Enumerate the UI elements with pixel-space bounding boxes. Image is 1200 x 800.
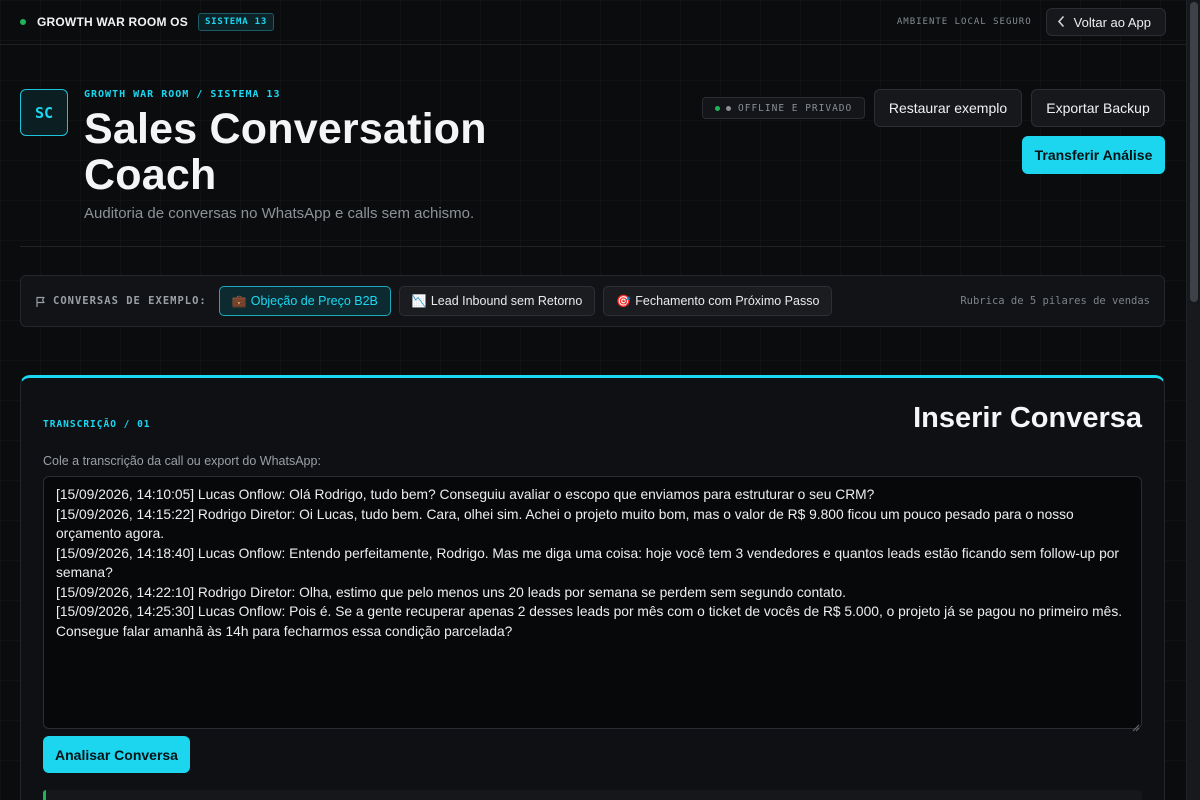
page-subtitle: Auditoria de conversas no WhatsApp e cal… xyxy=(84,205,475,222)
scrollbar-thumb[interactable] xyxy=(1190,2,1198,302)
chip-label: Lead Inbound sem Retorno xyxy=(430,294,583,308)
flag-icon xyxy=(35,295,47,307)
analyze-conversation-button[interactable]: Analisar Conversa xyxy=(43,736,190,773)
example-chip-inbound-lead[interactable]: 📉 Lead Inbound sem Retorno xyxy=(398,286,596,316)
export-backup-button[interactable]: Exportar Backup xyxy=(1031,89,1165,127)
online-dot-icon xyxy=(715,105,720,111)
target-icon: 🎯 xyxy=(616,294,632,308)
status-badge: OFFLINE E PRIVADO xyxy=(702,97,866,119)
analysis-result-panel xyxy=(43,790,1142,800)
back-to-app-label: Voltar ao App xyxy=(1073,14,1151,30)
card-title: Inserir Conversa xyxy=(913,402,1142,434)
app-logo: SC xyxy=(20,89,68,136)
example-chip-price-objection[interactable]: 💼 Objeção de Preço B2B xyxy=(218,286,391,316)
header-divider xyxy=(20,246,1165,247)
examples-label: CONVERSAS DE EXEMPLO: xyxy=(53,295,207,307)
top-bar: GROWTH WAR ROOM OS SISTEMA 13 AMBIENTE L… xyxy=(0,0,1186,45)
page-scrollbar[interactable] xyxy=(1186,0,1200,800)
status-text: OFFLINE E PRIVADO xyxy=(738,102,853,114)
system-badge: SISTEMA 13 xyxy=(197,13,275,31)
transfer-analysis-button[interactable]: Transferir Análise xyxy=(1022,136,1165,174)
transcript-textarea[interactable]: [15/09/2026, 14:10:05] Lucas Onflow: Olá… xyxy=(43,476,1142,729)
restore-example-button[interactable]: Restaurar exemplo xyxy=(874,89,1022,127)
resize-handle-icon[interactable] xyxy=(1132,719,1140,732)
brand-name: GROWTH WAR ROOM OS xyxy=(37,15,188,29)
back-to-app-button[interactable]: Voltar ao App xyxy=(1045,8,1166,36)
example-chip-closing[interactable]: 🎯 Fechamento com Próximo Passo xyxy=(603,286,833,316)
rubric-note: Rubrica de 5 pilares de vendas xyxy=(960,295,1150,307)
offline-dot-icon xyxy=(726,105,731,111)
conversation-input-card: TRANSCRIÇÃO / 01 Inserir Conversa Cole a… xyxy=(20,375,1165,800)
briefcase-icon: 💼 xyxy=(231,294,247,308)
environment-label: AMBIENTE LOCAL SEGURO xyxy=(896,17,1032,27)
transcript-label: Cole a transcrição da call ou export do … xyxy=(43,454,321,468)
topbar-right: AMBIENTE LOCAL SEGURO Voltar ao App xyxy=(897,8,1166,36)
card-tag: TRANSCRIÇÃO / 01 xyxy=(43,419,151,430)
chart-down-icon: 📉 xyxy=(411,294,427,308)
chip-label: Objeção de Preço B2B xyxy=(250,294,378,308)
breadcrumb: GROWTH WAR ROOM / SISTEMA 13 xyxy=(84,89,281,100)
examples-bar: CONVERSAS DE EXEMPLO: 💼 Objeção de Preço… xyxy=(20,275,1165,327)
status-dot-icon xyxy=(20,19,26,25)
chip-label: Fechamento com Próximo Passo xyxy=(635,294,820,308)
chevron-left-icon xyxy=(1057,15,1065,30)
page-title: Sales Conversation Coach xyxy=(84,105,487,199)
